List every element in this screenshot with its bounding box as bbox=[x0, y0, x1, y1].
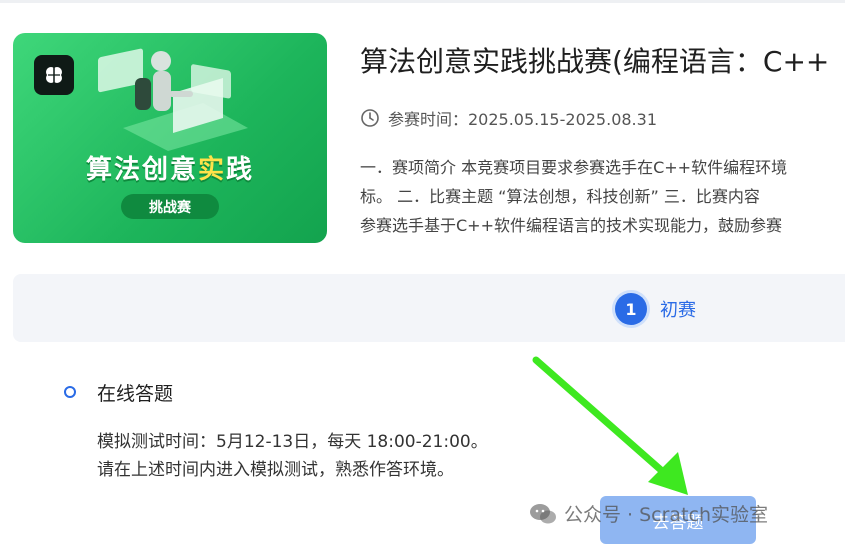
competition-title: 算法创意实践挑战赛(编程语言：C++ bbox=[360, 45, 830, 78]
page: 算法创意实践 挑战赛 算法创意实践挑战赛(编程语言：C++ 参赛时间：2025.… bbox=[0, 0, 845, 548]
banner-pill: 挑战赛 bbox=[121, 194, 219, 219]
annotation-arrow bbox=[532, 356, 688, 495]
competition-description: 一．赛项简介 本竞赛项目要求参赛选手在C++软件编程环境 标。 二．比赛主题 “… bbox=[360, 153, 845, 240]
round-line: 请在上述时间内进入模拟测试，熟悉作答环境。 bbox=[97, 460, 454, 480]
robot-illustration bbox=[98, 48, 248, 151]
brain-icon bbox=[34, 55, 74, 95]
description-line: 参赛选手基于C++软件编程语言的技术实现能力，鼓励参赛 bbox=[360, 216, 782, 235]
stage-bar bbox=[13, 274, 845, 342]
time-label: 参赛时间：2025.05.15-2025.08.31 bbox=[388, 110, 657, 129]
top-divider bbox=[0, 0, 845, 3]
round-title: 在线答题 bbox=[97, 383, 174, 405]
round-description: 模拟测试时间：5月12-13日，每天 18:00-21:00。 请在上述时间内进… bbox=[97, 428, 488, 484]
round-dot-icon bbox=[64, 386, 76, 398]
description-line: 标。 二．比赛主题 “算法创想，科技创新” 三．比赛内容 bbox=[360, 187, 760, 206]
competition-banner[interactable]: 算法创意实践 挑战赛 bbox=[13, 33, 327, 243]
round-line: 模拟测试时间：5月12-13日，每天 18:00-21:00。 bbox=[97, 432, 488, 452]
stage-label[interactable]: 初赛 bbox=[660, 296, 696, 322]
clock-icon bbox=[361, 109, 379, 127]
banner-title: 算法创意实践 bbox=[85, 155, 255, 185]
stage-number[interactable]: 1 bbox=[615, 293, 647, 325]
time-row: 参赛时间：2025.05.15-2025.08.31 bbox=[360, 106, 657, 130]
description-line: 一．赛项简介 本竞赛项目要求参赛选手在C++软件编程环境 bbox=[360, 158, 788, 177]
